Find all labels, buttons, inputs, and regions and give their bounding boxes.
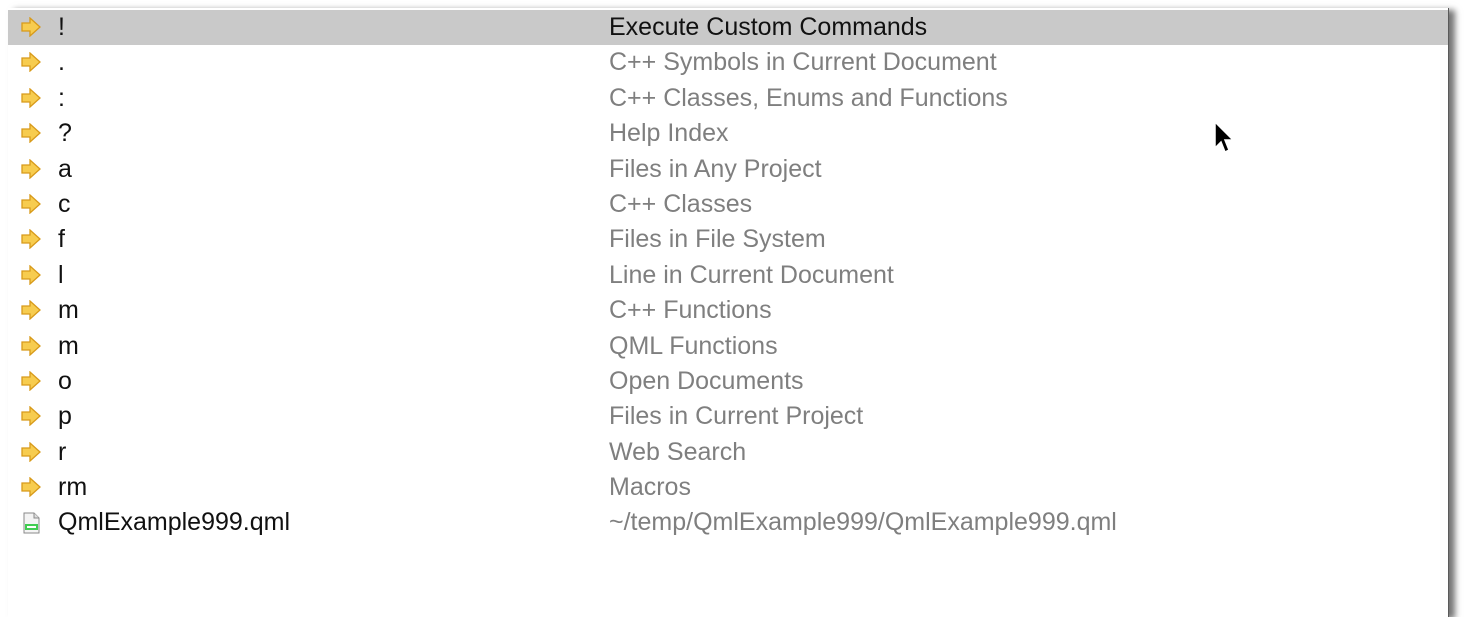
list-item-shortcut: c [58,189,71,218]
list-item-description: Open Documents [609,366,804,395]
list-item-description: C++ Symbols in Current Document [609,48,997,77]
list-item[interactable]: f Files in File System [8,222,1448,257]
list-item[interactable]: p Files in Current Project [8,399,1448,434]
arrow-right-icon [20,476,42,498]
arrow-right-icon [20,405,42,427]
list-item-description: ~/temp/QmlExample999/QmlExample999.qml [609,508,1117,537]
list-item[interactable]: : C++ Classes, Enums and Functions [8,81,1448,116]
list-item-description: Web Search [609,437,747,466]
list-item-description: Help Index [609,119,729,148]
arrow-right-icon [20,228,42,250]
list-item-shortcut: r [58,437,67,466]
list-item-description: C++ Functions [609,296,772,325]
list-item-description: Files in Any Project [609,154,822,183]
list-item-shortcut: m [58,331,79,360]
list-item[interactable]: m QML Functions [8,329,1448,364]
list-item-shortcut: ? [58,119,72,148]
list-item[interactable]: r Web Search [8,435,1448,470]
arrow-right-icon [20,193,42,215]
list-item[interactable]: ! Execute Custom Commands [8,10,1448,46]
mouse-pointer-icon [1213,120,1237,156]
list-item[interactable]: l Line in Current Document [8,258,1448,293]
list-item-shortcut: m [58,296,79,325]
list-item-shortcut: rm [58,473,88,502]
arrow-right-icon [20,264,42,286]
list-item-shortcut: p [58,402,72,431]
list-item-description: C++ Classes, Enums and Functions [609,83,1008,112]
arrow-right-icon [20,335,42,356]
arrow-right-icon [20,51,42,73]
list-item[interactable]: . C++ Symbols in Current Document [8,45,1448,80]
list-item[interactable]: rm Macros [8,470,1448,505]
list-item[interactable]: QmlExample999.qml ~/temp/QmlExample999/Q… [8,505,1448,540]
list-item[interactable]: a Files in Any Project [8,152,1448,187]
arrow-right-icon [20,87,42,109]
list-item-shortcut: f [58,225,65,254]
locator-results-list: ! Execute Custom Commands . C++ Symbols … [8,10,1448,541]
list-item[interactable]: m C++ Functions [8,293,1448,328]
list-item-shortcut: . [58,48,65,77]
list-item-shortcut: ! [58,13,65,41]
arrow-right-icon [20,122,42,144]
list-item[interactable]: o Open Documents [8,364,1448,399]
list-item-description: Line in Current Document [609,260,894,289]
list-item-shortcut: o [58,366,72,395]
arrow-right-icon [20,370,42,392]
list-item-shortcut: l [58,260,64,289]
list-item-description: Files in Current Project [609,402,864,431]
qml-file-icon [20,512,42,534]
list-item-description: C++ Classes [609,189,753,218]
arrow-right-icon [20,441,42,463]
arrow-right-icon [20,299,42,321]
locator-popup: ! Execute Custom Commands . C++ Symbols … [8,8,1449,617]
list-item-shortcut: a [58,154,72,183]
list-item-shortcut: QmlExample999.qml [58,508,291,537]
list-item-shortcut: : [58,83,65,112]
list-item-description: QML Functions [609,331,778,360]
arrow-right-icon [20,158,42,180]
list-item[interactable]: c C++ Classes [8,187,1448,222]
list-item-description: Files in File System [609,225,826,254]
list-item-description: Execute Custom Commands [609,13,928,41]
arrow-right-icon [20,16,42,38]
list-item-description: Macros [609,473,691,502]
